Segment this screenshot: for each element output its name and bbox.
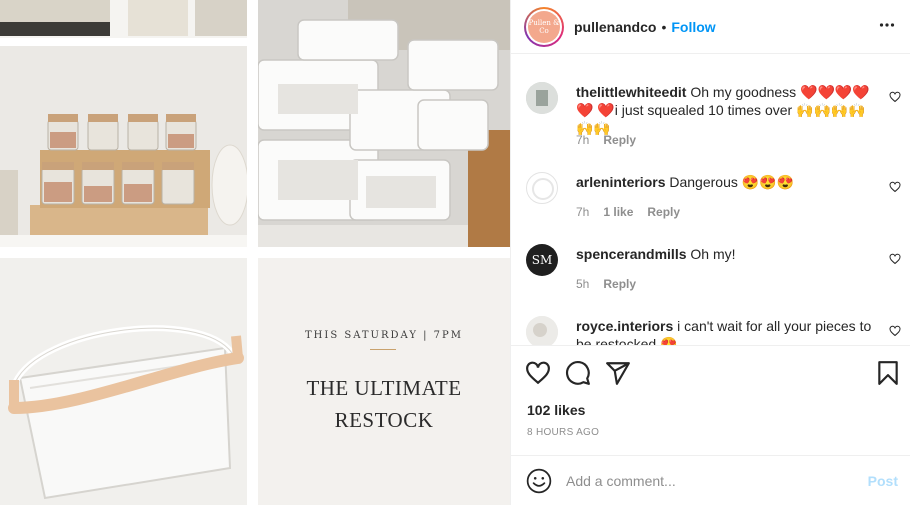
like-comment-heart-icon[interactable] xyxy=(889,91,901,103)
image-wire-basket xyxy=(0,258,247,505)
post-comment-button[interactable]: Post xyxy=(868,473,898,489)
comment-meta: 7h Reply xyxy=(576,133,636,147)
containers-illustration xyxy=(258,0,510,247)
account-username[interactable]: pullenandco xyxy=(574,19,656,35)
comment-reply-button[interactable]: Reply xyxy=(603,133,636,147)
comment-reply-button[interactable]: Reply xyxy=(603,277,636,291)
comment-item: royce.interiors i can't wait for all you… xyxy=(526,316,901,345)
like-heart-icon[interactable] xyxy=(525,360,551,386)
follow-button[interactable]: Follow xyxy=(671,19,715,35)
avatar-photo-icon xyxy=(526,82,558,114)
comment-item: SM spencerandmills Oh my! 5h Reply xyxy=(526,244,901,294)
promo-divider xyxy=(370,349,396,350)
image-storage-containers xyxy=(258,0,510,247)
comment-item: arleninteriors Dangerous 😍😍😍 7h 1 like R… xyxy=(526,172,901,222)
comment-time[interactable]: 7h xyxy=(576,133,589,147)
promo-title: THE ULTIMATE RESTOCK xyxy=(258,372,510,436)
commenter-avatar[interactable] xyxy=(526,82,558,114)
emoji-smiley-icon[interactable] xyxy=(526,468,552,494)
like-comment-heart-icon[interactable] xyxy=(889,253,901,265)
spice-jars-illustration xyxy=(0,0,247,247)
comment-text: arleninteriors Dangerous 😍😍😍 xyxy=(576,173,876,191)
comments-list[interactable]: thelittlewhiteedit Oh my goodness ❤️❤️❤️… xyxy=(511,55,910,345)
comment-meta: 7h 1 like Reply xyxy=(576,205,680,219)
add-comment-bar: Post xyxy=(511,455,910,505)
share-send-icon[interactable] xyxy=(605,360,631,386)
account-avatar[interactable]: Pullen & Co xyxy=(524,6,564,47)
comment-username[interactable]: royce.interiors xyxy=(576,318,673,334)
post-timestamp[interactable]: 8 HOURS AGO xyxy=(527,427,599,438)
promo-title-line1: THE ULTIMATE xyxy=(306,376,462,400)
avatar-photo-icon xyxy=(526,316,558,345)
likes-count[interactable]: 102 likes xyxy=(527,402,585,418)
promo-subtitle: THIS SATURDAY | 7PM xyxy=(304,330,463,341)
comment-text: thelittlewhiteedit Oh my goodness ❤️❤️❤️… xyxy=(576,83,876,137)
comment-reply-button[interactable]: Reply xyxy=(647,205,680,219)
comment-likes[interactable]: 1 like xyxy=(603,205,633,219)
like-comment-heart-icon[interactable] xyxy=(889,325,901,337)
save-bookmark-icon[interactable] xyxy=(875,360,901,386)
more-options-icon[interactable] xyxy=(879,17,895,33)
comment-meta: 5h Reply xyxy=(576,277,636,291)
comment-username[interactable]: thelittlewhiteedit xyxy=(576,84,686,100)
comment-bubble-icon[interactable] xyxy=(565,360,591,386)
comment-text: spencerandmills Oh my! xyxy=(576,245,876,263)
comment-body: Oh my! xyxy=(690,246,736,262)
comment-item: thelittlewhiteedit Oh my goodness ❤️❤️❤️… xyxy=(526,82,901,152)
commenter-avatar[interactable] xyxy=(526,172,558,204)
like-comment-heart-icon[interactable] xyxy=(889,181,901,193)
comment-time[interactable]: 7h xyxy=(576,205,589,219)
instagram-post-view: THIS SATURDAY | 7PM THE ULTIMATE RESTOCK… xyxy=(0,0,910,505)
commenter-avatar[interactable] xyxy=(526,316,558,345)
comment-username[interactable]: arleninteriors xyxy=(576,174,665,190)
avatar-ring-icon xyxy=(532,178,554,200)
separator-dot: • xyxy=(661,18,667,35)
comment-body: Dangerous 😍😍😍 xyxy=(669,174,795,190)
post-actions: 102 likes 8 HOURS AGO xyxy=(511,345,910,455)
post-media[interactable]: THIS SATURDAY | 7PM THE ULTIMATE RESTOCK xyxy=(0,0,510,505)
image-spice-jars xyxy=(0,0,247,247)
promo-title-line2: RESTOCK xyxy=(334,408,434,432)
post-side-panel: Pullen & Co pullenandco • Follow thelitt… xyxy=(510,0,910,505)
image-promo-card: THIS SATURDAY | 7PM THE ULTIMATE RESTOCK xyxy=(258,258,510,505)
comment-text: royce.interiors i can't wait for all you… xyxy=(576,317,876,345)
commenter-avatar[interactable]: SM xyxy=(526,244,558,276)
avatar-logo-text: Pullen & Co xyxy=(528,10,560,43)
comment-time[interactable]: 5h xyxy=(576,277,589,291)
basket-illustration xyxy=(0,258,247,505)
avatar-initials: SM xyxy=(531,253,553,267)
comment-username[interactable]: spencerandmills xyxy=(576,246,687,262)
comment-input[interactable] xyxy=(566,472,846,489)
post-header: Pullen & Co pullenandco • Follow xyxy=(511,0,910,54)
